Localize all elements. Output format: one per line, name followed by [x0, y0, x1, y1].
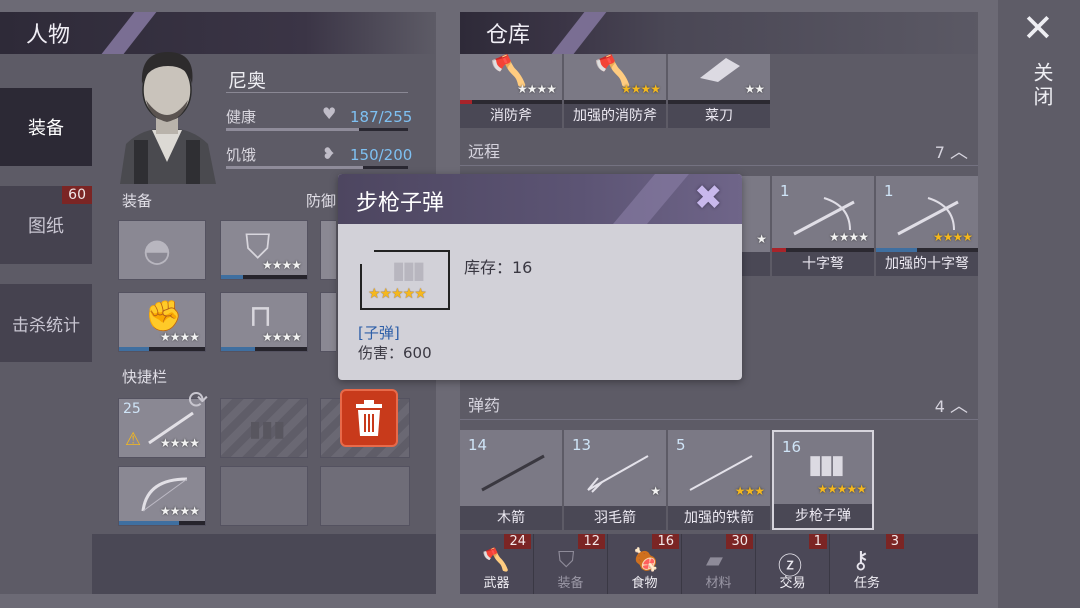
cleaver-icon	[700, 58, 740, 82]
close-column: ✕ 关闭	[998, 0, 1080, 608]
ranged-section-header[interactable]: 远程 7 ︿	[460, 138, 978, 166]
food-icon: 🍖	[632, 548, 660, 573]
trash-icon	[356, 400, 382, 436]
category-tab-food[interactable]: 🍖 16 食物	[608, 534, 682, 594]
stomach-icon: ❥	[322, 144, 336, 163]
close-dialog-button[interactable]: ✖	[694, 178, 723, 218]
gloves-icon: ✊	[145, 299, 183, 334]
warehouse-header: 仓库	[460, 12, 978, 54]
category-tab-weapons[interactable]: 🪓 24 武器	[460, 534, 534, 594]
helmet-icon: ◓	[143, 231, 171, 269]
equipment-slot-6[interactable]	[320, 292, 336, 352]
hunger-bar	[226, 166, 408, 169]
warehouse-item-feather-arrow[interactable]: 13 ★ 羽毛箭	[564, 430, 666, 530]
item-icon-frame: ▮▮▮ ★★★★★	[360, 250, 450, 310]
tab-kill-stats[interactable]: 击杀统计	[0, 284, 92, 362]
health-bar	[226, 128, 408, 131]
dialog-header: 步枪子弹 ✖	[338, 174, 742, 224]
blueprints-badge: 60	[62, 186, 92, 204]
chevron-up-icon: ︿	[950, 142, 968, 163]
equipment-label: 装备	[122, 192, 153, 210]
damage-label: 伤害：600	[358, 344, 432, 362]
category-tab-equipment[interactable]: ⛉ 12 装备	[534, 534, 608, 594]
warehouse-item-reinforced-iron-arrow[interactable]: 5 ★★★ 加强的铁箭	[668, 430, 770, 530]
helmet-slot[interactable]: ◓	[118, 220, 206, 280]
ammo-section-header[interactable]: 弹药 4 ︿	[460, 392, 978, 420]
feather-arrow-icon	[587, 455, 649, 493]
health-value: 187/255	[350, 108, 413, 126]
ranged-count: 7	[934, 143, 945, 162]
warehouse-title: 仓库	[486, 23, 531, 48]
category-tab-trade[interactable]: ⓩ 1 交易	[756, 534, 830, 594]
close-icon: ✕	[1022, 6, 1054, 50]
warehouse-item-crossbow[interactable]: 1 ★★★★ 十字弩	[772, 176, 874, 276]
warehouse-item-wooden-arrow[interactable]: 14 木箭	[460, 430, 562, 530]
character-portrait	[112, 44, 222, 184]
tab-blueprints[interactable]: 图纸 60	[0, 186, 92, 264]
category-tab-materials[interactable]: ▰ 30 材料	[682, 534, 756, 594]
stock-label: 库存：16	[464, 258, 533, 277]
hunger-value: 150/200	[350, 146, 413, 164]
character-panel-title: 人物	[26, 23, 71, 48]
bullets-icon: ▮▮▮	[392, 256, 426, 284]
warehouse-item-fire-axe[interactable]: 🪓 ★★★★ 消防斧	[460, 54, 562, 128]
close-button[interactable]: ✕ 关闭	[1020, 6, 1060, 116]
ammo-count: 4	[934, 397, 945, 416]
hotbar-slot-2[interactable]: ▮▮▮	[220, 398, 308, 458]
tab-equipment[interactable]: 装备	[0, 88, 92, 166]
body-armor-slot[interactable]: ⛉ ★★★★	[220, 220, 308, 280]
equipment-slot-3[interactable]	[320, 220, 336, 280]
warning-icon: ⚠	[125, 429, 142, 450]
warehouse-item-hidden[interactable]: ★	[742, 176, 770, 276]
bullets-icon: ▮▮▮	[249, 417, 286, 442]
hotbar-slot-5[interactable]	[220, 466, 308, 526]
item-type-label: [子弹]	[358, 324, 400, 342]
swap-icon[interactable]: ⟳	[188, 386, 208, 414]
close-label: 关闭	[1030, 62, 1054, 110]
hotbar-slot-6[interactable]	[320, 466, 410, 526]
gloves-slot[interactable]: ✊ ★★★★	[118, 292, 206, 352]
pants-icon: ⊓	[249, 299, 273, 334]
defense-label: 防御	[306, 192, 337, 210]
hunger-label: 饥饿	[226, 146, 257, 164]
delete-button[interactable]	[340, 389, 398, 447]
warehouse-item-cleaver[interactable]: ★★ 菜刀	[668, 54, 770, 128]
item-detail-dialog: 步枪子弹 ✖ ▮▮▮ ★★★★★ 库存：16 [子弹] 伤害：600	[338, 174, 742, 380]
arrow-icon	[481, 454, 545, 492]
dialog-title: 步枪子弹	[356, 191, 445, 216]
axe-icon: 🪓	[482, 548, 510, 573]
shirt-icon: ⛉	[558, 548, 575, 573]
heart-icon: ♥	[322, 104, 337, 123]
character-footer	[92, 534, 436, 594]
chevron-up-icon: ︿	[950, 396, 968, 417]
warehouse-item-reinforced-fire-axe[interactable]: 🪓 ★★★★ 加强的消防斧	[564, 54, 666, 128]
warehouse-item-reinforced-crossbow[interactable]: 1 ★★★★ 加强的十字弩	[876, 176, 978, 276]
hotbar-label: 快捷栏	[122, 368, 168, 386]
rarity-stars: ★★★★★	[368, 286, 427, 302]
warehouse-item-rifle-bullets[interactable]: 16 ▮▮▮ ★★★★★ 步枪子弹	[772, 430, 874, 530]
category-tab-tasks[interactable]: ⚷ 3 任务	[830, 534, 978, 594]
hotbar-slot-1-count: 25	[123, 401, 141, 417]
health-label: 健康	[226, 108, 257, 126]
key-icon: ⚷	[852, 546, 870, 574]
character-name: 尼奥	[228, 70, 267, 92]
materials-icon: ▰	[706, 548, 723, 573]
pants-slot[interactable]: ⊓ ★★★★	[220, 292, 308, 352]
close-icon: ✖	[694, 178, 723, 218]
hotbar-slot-4[interactable]: ★★★★	[118, 466, 206, 526]
bullets-icon: ▮▮▮	[808, 450, 845, 480]
